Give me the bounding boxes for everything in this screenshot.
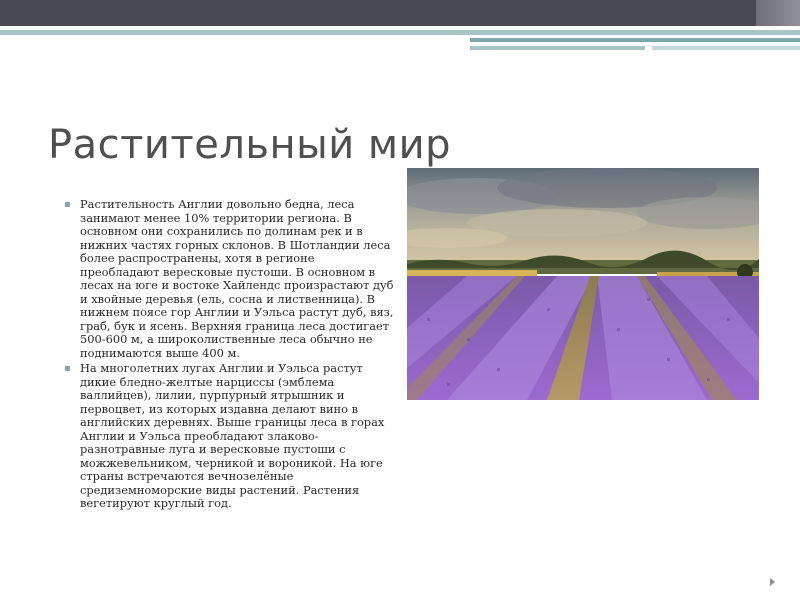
top-banner-accent	[756, 0, 800, 26]
decorative-stripe	[470, 46, 645, 50]
decorative-stripe	[0, 30, 800, 35]
bullet-icon: ▪	[64, 199, 71, 210]
decorative-stripe	[470, 38, 800, 42]
lavender-field-photo	[407, 168, 759, 400]
slide: Растительный мир ▪ Растительность Англии…	[0, 0, 800, 600]
bullet-text: На многолетних лугах Англии и Уэльса рас…	[80, 361, 385, 510]
top-banner	[0, 0, 800, 26]
decorative-stripe	[652, 46, 800, 50]
bullet-icon: ▪	[64, 363, 71, 374]
slide-body: ▪ Растительность Англии довольно бедна, …	[64, 197, 394, 513]
slide-title: Растительный мир	[48, 122, 451, 168]
slide-corner-mark-icon	[770, 578, 775, 586]
bullet-list: ▪ Растительность Англии довольно бедна, …	[64, 197, 394, 511]
bullet-item: ▪ Растительность Англии довольно бедна, …	[64, 197, 394, 360]
bullet-item: ▪ На многолетних лугах Англии и Уэльса р…	[64, 361, 394, 511]
bullet-text: Растительность Англии довольно бедна, ле…	[80, 197, 394, 360]
